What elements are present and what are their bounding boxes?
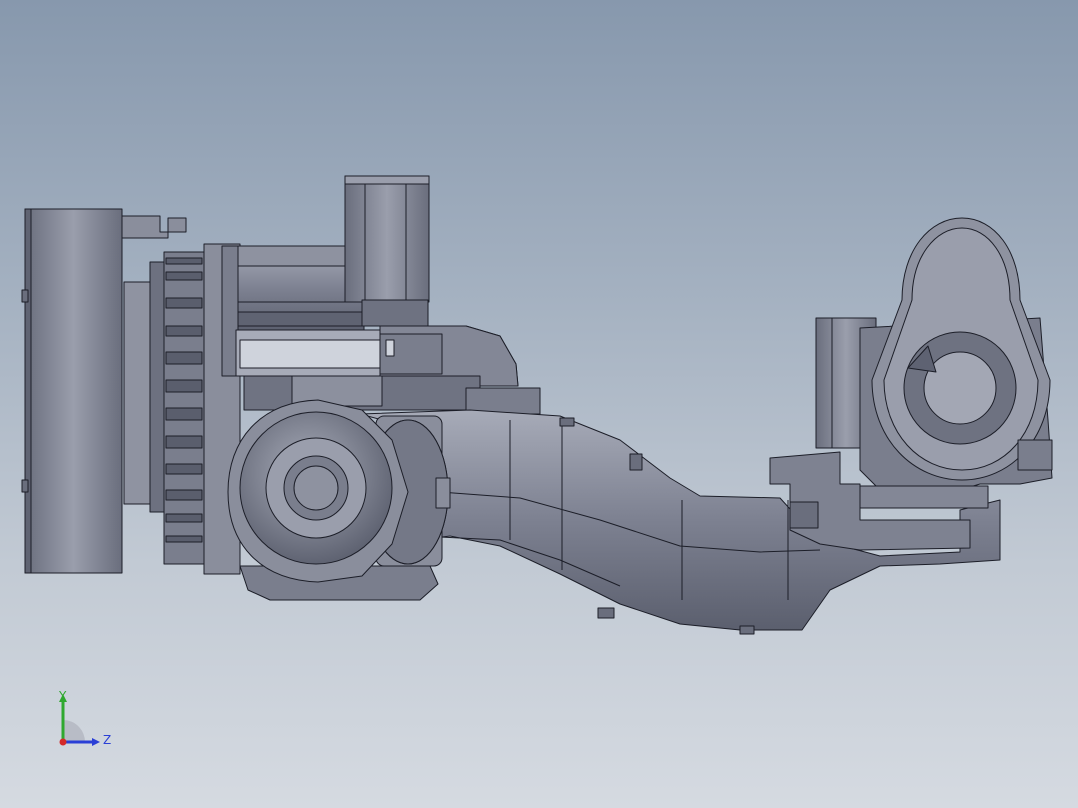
x-axis-dot bbox=[59, 738, 67, 746]
left-joint[interactable] bbox=[227, 399, 451, 601]
cad-model[interactable] bbox=[0, 0, 1078, 808]
graphics-viewport[interactable]: Y Z bbox=[0, 0, 1078, 808]
right-joint[interactable] bbox=[769, 217, 1053, 551]
triad-arc bbox=[63, 720, 85, 742]
upper-bracket[interactable] bbox=[235, 325, 541, 415]
y-axis-label: Y bbox=[58, 689, 67, 703]
z-axis-label: Z bbox=[103, 733, 111, 747]
z-axis-arrow bbox=[92, 738, 100, 746]
view-triad: Y Z bbox=[44, 684, 124, 754]
